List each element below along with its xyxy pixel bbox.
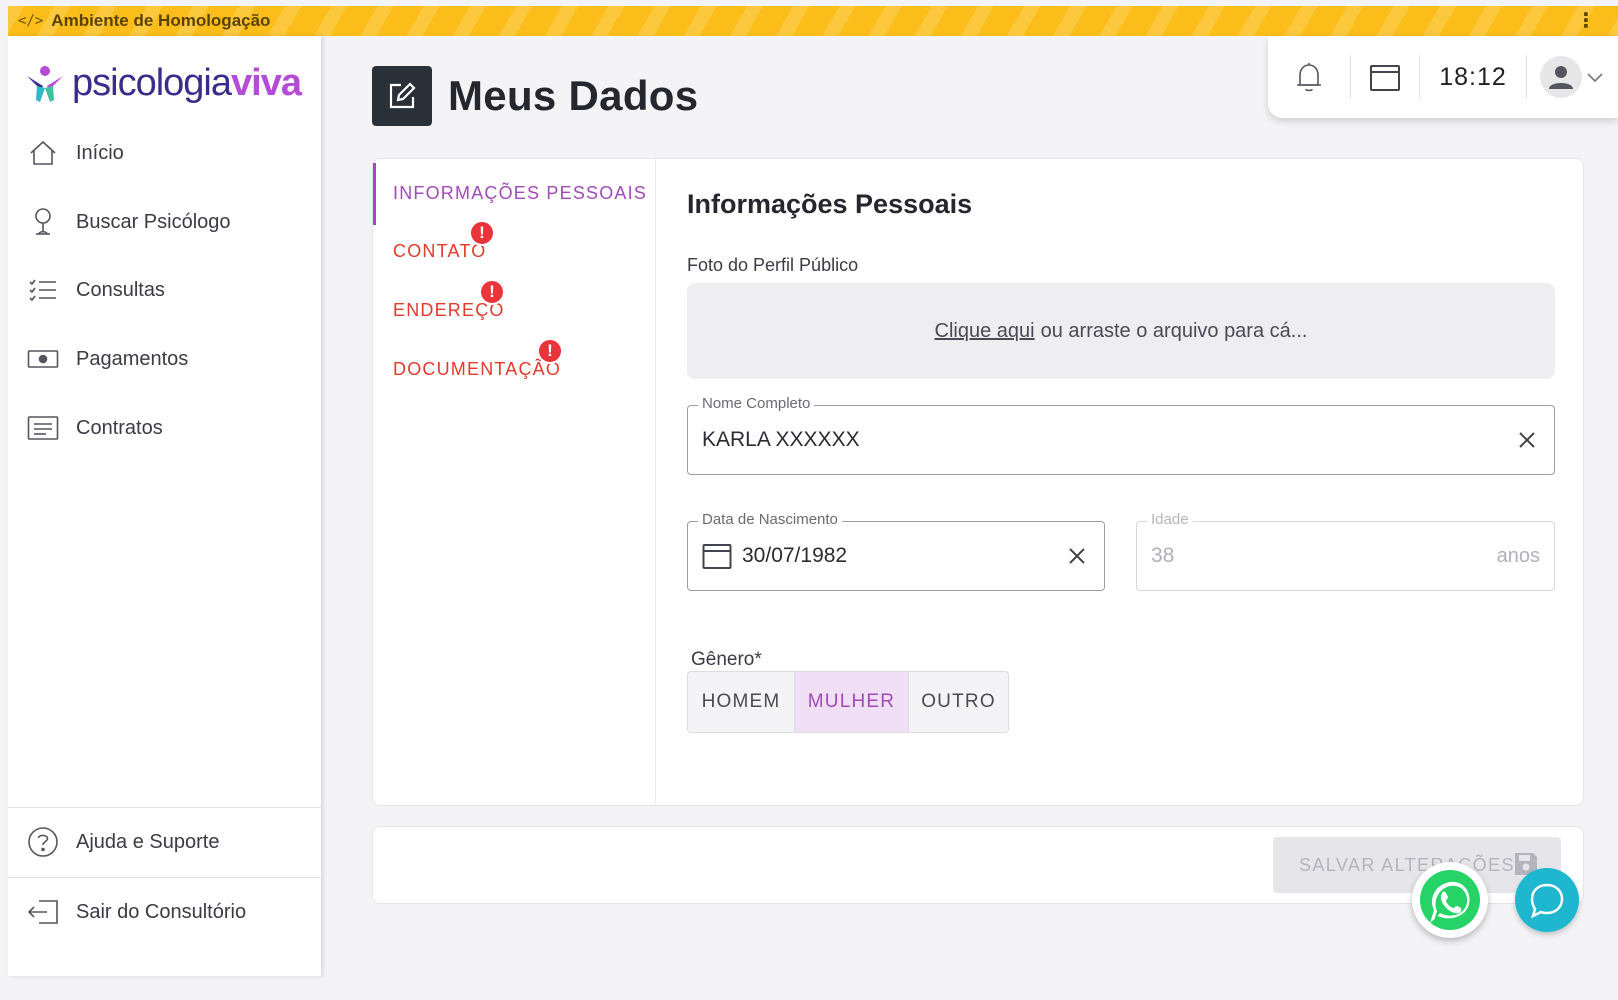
- data-nascimento-field: Data de Nascimento: [687, 511, 1105, 591]
- error-badge: !: [469, 220, 495, 246]
- code-icon: </>: [18, 13, 44, 29]
- field-label: Idade: [1147, 511, 1193, 528]
- tab-contato[interactable]: CONTATO: [393, 241, 486, 262]
- environment-banner: </> Ambiente de Homologação ⋮: [8, 6, 1618, 36]
- sidebar-item-contratos[interactable]: Contratos: [8, 402, 321, 454]
- genero-toggle-group: HOMEM MULHER OUTRO: [687, 671, 1009, 733]
- footer-bar: SALVAR ALTERAÇÕES: [372, 826, 1584, 904]
- help-icon: [26, 825, 60, 859]
- money-icon: [26, 342, 60, 376]
- idade-input: [1151, 544, 1497, 568]
- active-tab-indicator: [373, 163, 376, 225]
- dropzone-hint: ou arraste o arquivo para cá...: [1040, 319, 1308, 342]
- clear-icon[interactable]: [1514, 427, 1540, 453]
- tab-label: DOCUMENTAÇÃO: [393, 359, 562, 379]
- data-nascimento-input[interactable]: [742, 544, 1064, 568]
- user-menu[interactable]: [1527, 52, 1617, 102]
- genero-option-outro[interactable]: OUTRO: [908, 672, 1008, 732]
- more-vertical-icon[interactable]: ⋮: [1576, 8, 1596, 33]
- environment-label: Ambiente de Homologação: [51, 11, 271, 30]
- genero-option-homem[interactable]: HOMEM: [688, 672, 794, 732]
- location-pin-icon: [26, 205, 60, 239]
- document-icon: [26, 411, 60, 445]
- nome-completo-input[interactable]: [702, 428, 1514, 452]
- sidebar-item-label: Contratos: [76, 416, 163, 439]
- logo[interactable]: psicologiaviva: [24, 60, 302, 106]
- sidebar-item-label: Pagamentos: [76, 347, 189, 370]
- list-icon: [26, 273, 60, 307]
- sidebar-item-ajuda[interactable]: Ajuda e Suporte: [8, 816, 321, 868]
- sidebar-divider: [8, 807, 321, 808]
- avatar: [1540, 56, 1582, 98]
- sidebar-item-label: Buscar Psicólogo: [76, 210, 231, 233]
- clear-icon[interactable]: [1064, 543, 1090, 569]
- logout-icon: [26, 895, 60, 929]
- sidebar-item-label: Ajuda e Suporte: [76, 830, 220, 853]
- home-icon: [26, 136, 60, 170]
- tab-label: CONTATO: [393, 241, 487, 261]
- bell-icon[interactable]: [1268, 52, 1350, 102]
- field-label: Nome Completo: [698, 395, 815, 412]
- whatsapp-icon: [1420, 870, 1480, 930]
- sidebar-item-buscar-psicologo[interactable]: Buscar Psicólogo: [8, 196, 321, 248]
- idade-suffix: anos: [1496, 544, 1540, 567]
- user-icon: [1549, 66, 1573, 89]
- sidebar-item-consultas[interactable]: Consultas: [8, 264, 321, 316]
- sidebar-item-label: Início: [76, 141, 124, 164]
- sidebar-divider: [8, 877, 321, 878]
- clock: 18:12: [1439, 62, 1507, 91]
- logo-icon: [27, 66, 63, 102]
- personal-data-card: INFORMAÇÕES PESSOAIS CONTATO ! ENDEREÇO …: [372, 158, 1584, 806]
- chevron-down-icon: [1587, 73, 1603, 83]
- page-title: Meus Dados: [448, 72, 699, 119]
- chat-icon: [1530, 883, 1564, 919]
- error-badge: !: [537, 338, 563, 364]
- sidebar-item-label: Sair do Consultório: [76, 900, 247, 923]
- whatsapp-button[interactable]: [1412, 862, 1488, 938]
- topbar: 18:12: [1268, 36, 1618, 118]
- section-title: Informações Pessoais: [687, 189, 973, 219]
- genero-option-mulher[interactable]: MULHER: [794, 672, 908, 732]
- sidebar-item-pagamentos[interactable]: Pagamentos: [8, 333, 321, 385]
- section-tabs: INFORMAÇÕES PESSOAIS CONTATO ! ENDEREÇO …: [373, 159, 656, 805]
- calendar-icon[interactable]: [702, 542, 732, 570]
- chat-button[interactable]: [1515, 868, 1579, 932]
- field-label: Data de Nascimento: [698, 511, 842, 528]
- upload-link[interactable]: Clique aqui: [935, 320, 1035, 343]
- sidebar-item-sair[interactable]: Sair do Consultório: [8, 886, 321, 938]
- edit-icon: [372, 66, 432, 126]
- genero-label: Gênero*: [691, 649, 762, 670]
- sidebar: psicologiaviva Início Buscar Psicólogo C…: [8, 36, 321, 976]
- idade-field: Idade anos: [1136, 511, 1555, 591]
- photo-label: Foto do Perfil Público: [687, 255, 859, 275]
- photo-dropzone[interactable]: Clique aqui ou arraste o arquivo para cá…: [687, 283, 1555, 379]
- calendar-icon[interactable]: [1351, 52, 1419, 102]
- sidebar-item-label: Consultas: [76, 278, 165, 301]
- tab-informacoes-pessoais[interactable]: INFORMAÇÕES PESSOAIS: [393, 183, 647, 204]
- logo-text: psicologiaviva: [72, 61, 302, 104]
- tab-documentacao[interactable]: DOCUMENTAÇÃO: [393, 359, 561, 380]
- nome-completo-field: Nome Completo: [687, 395, 1555, 475]
- error-badge: !: [479, 279, 505, 305]
- sidebar-item-inicio[interactable]: Início: [8, 127, 321, 179]
